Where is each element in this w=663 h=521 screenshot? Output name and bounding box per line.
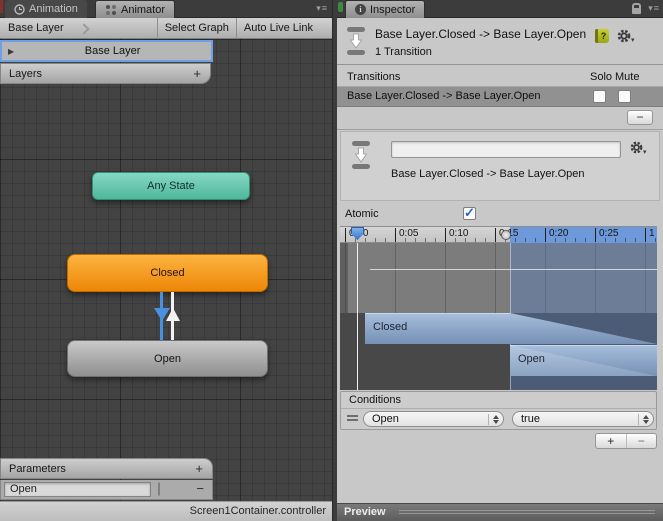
tick-label: 0:25 (595, 228, 618, 242)
clock-icon (14, 3, 25, 15)
state-node-label: Any State (147, 180, 195, 192)
settings-gear-icon[interactable]: ▾ (617, 29, 635, 44)
solo-checkbox[interactable] (593, 90, 606, 103)
state-node-any-state[interactable]: Any State (92, 172, 250, 200)
gear-caret-icon: ▾ (631, 37, 635, 44)
layers-panel-header: Layers + (0, 63, 211, 84)
transitions-section-title: Transitions (347, 71, 401, 83)
condition-parameter-dropdown[interactable]: Open (363, 411, 504, 427)
mute-column-label: Mute (615, 71, 640, 83)
parameter-row-open: Open − (0, 480, 213, 500)
help-icon[interactable]: ? (595, 29, 609, 43)
closed-bar-label: Closed (373, 321, 408, 333)
transition-icon (352, 141, 370, 169)
remove-transition-button[interactable]: − (627, 110, 653, 125)
atomic-label: Atomic (345, 208, 379, 220)
parameters-panel-header: Parameters + (0, 458, 213, 479)
breadcrumb: Base Layer Select Graph Auto Live Link (0, 18, 332, 39)
transition-title: Base Layer.Closed -> Base Layer.Open (375, 27, 587, 41)
condition-add-remove-buttons: + − (595, 433, 657, 449)
preview-bar[interactable]: Preview (337, 503, 663, 521)
animator-status-bar: Screen1Container.controller (0, 501, 332, 521)
gear-glyph (630, 141, 643, 154)
transition-name-input[interactable] (391, 141, 621, 158)
transition-count: 1 Transition (375, 46, 432, 58)
transition-list-row[interactable]: Base Layer.Closed -> Base Layer.Open (337, 86, 663, 107)
timeline-ruler[interactable]: 0:00 0:05 0:10 0:15 0:20 0:25 1 (340, 227, 657, 243)
gear-caret-icon: ▾ (643, 149, 647, 156)
add-layer-button[interactable]: + (193, 66, 210, 81)
tab-animator-label: Animator (121, 3, 166, 16)
animator-tabbar: Animation Animator ▾≡ (0, 0, 332, 18)
inspector-header: Base Layer.Closed -> Base Layer.Open 1 T… (337, 18, 663, 65)
tab-inspector[interactable]: i Inspector (345, 0, 426, 18)
layers-panel-title: Layers (9, 67, 43, 80)
tab-animator[interactable]: Animator (95, 0, 176, 18)
auto-live-link-button[interactable]: Auto Live Link (235, 18, 320, 39)
state-node-open[interactable]: Open (67, 340, 268, 377)
transition-detail-label: Base Layer.Closed -> Base Layer.Open (391, 168, 585, 180)
parameters-panel-title: Parameters (9, 462, 66, 475)
state-node-closed[interactable]: Closed (67, 254, 268, 292)
tab-animation[interactable]: Animation (5, 0, 87, 18)
breadcrumb-chevron-icon (77, 23, 90, 35)
parameter-name-field[interactable]: Open (4, 482, 151, 497)
window-menu-icon[interactable]: ▾≡ (316, 3, 328, 14)
condition-value-dropdown[interactable]: true (512, 411, 654, 427)
inspector-panel: i Inspector ▾≡ Base Layer.Closed -> Base… (337, 0, 663, 521)
timeline-mid-line (370, 269, 657, 270)
select-graph-button[interactable]: Select Graph (156, 18, 236, 39)
timeline-body[interactable]: Closed Open (340, 243, 657, 390)
remove-parameter-button[interactable]: − (196, 481, 204, 496)
conditions-section: Conditions Open true (340, 391, 657, 430)
tick-label: 0:05 (395, 228, 418, 242)
transition-row-label: Base Layer.Closed -> Base Layer.Open (347, 90, 541, 102)
tick-label: 1 (645, 228, 655, 242)
preview-title: Preview (344, 506, 386, 518)
transition-arrowhead-up-icon (166, 308, 180, 321)
settings-gear-icon[interactable]: ▾ (630, 141, 647, 156)
transition-detail-box: ▾ Base Layer.Closed -> Base Layer.Open (340, 131, 660, 201)
animator-icon (106, 4, 116, 15)
breadcrumb-base-layer[interactable]: Base Layer (0, 22, 64, 34)
transition-timeline[interactable]: Closed Open 0:00 0:05 0:10 0:15 0:20 0:2… (340, 226, 657, 390)
state-node-label: Open (154, 352, 181, 365)
inspector-tabbar: i Inspector ▾≡ (337, 0, 663, 18)
open-bar-label: Open (518, 353, 545, 365)
tick-label: 0:10 (445, 228, 468, 242)
parameter-bool-checkbox[interactable] (158, 482, 160, 496)
tab-inspector-label: Inspector (370, 3, 416, 16)
remove-condition-button[interactable]: − (627, 434, 657, 448)
layer-item-base-layer[interactable]: ▶ Base Layer (0, 40, 213, 62)
condition-row: Open true (341, 409, 656, 429)
playhead-line (357, 243, 358, 390)
dropdown-arrows-icon (638, 414, 649, 425)
mute-checkbox[interactable] (618, 90, 631, 103)
gear-glyph (617, 29, 631, 43)
atomic-checkbox[interactable] (463, 205, 476, 221)
layer-item-label: Base Layer (84, 45, 141, 57)
lock-icon[interactable] (632, 3, 641, 14)
preview-drag-grip[interactable] (399, 510, 655, 516)
add-parameter-button[interactable]: + (195, 461, 212, 476)
window-edge-decoration (338, 2, 343, 12)
tab-animation-label: Animation (29, 3, 78, 15)
add-condition-button[interactable]: + (596, 434, 627, 448)
state-node-label: Closed (150, 267, 185, 279)
window-edge-decoration (0, 0, 3, 13)
transition-icon (347, 27, 365, 55)
dropdown-arrows-icon (488, 414, 499, 425)
info-icon: i (355, 4, 366, 15)
separator (337, 129, 663, 130)
window-menu-icon[interactable]: ▾≡ (648, 3, 660, 14)
transition-start-handle[interactable] (501, 230, 511, 240)
unity-editor: Animation Animator ▾≡ Base Layer Select … (0, 0, 663, 521)
conditions-title: Conditions (341, 392, 656, 409)
tick-label: 0:20 (545, 228, 568, 242)
condition-parameter-value: Open (372, 413, 399, 425)
condition-value: true (521, 413, 540, 425)
solo-column-label: Solo (590, 71, 613, 83)
drag-handle-icon[interactable] (347, 415, 358, 421)
